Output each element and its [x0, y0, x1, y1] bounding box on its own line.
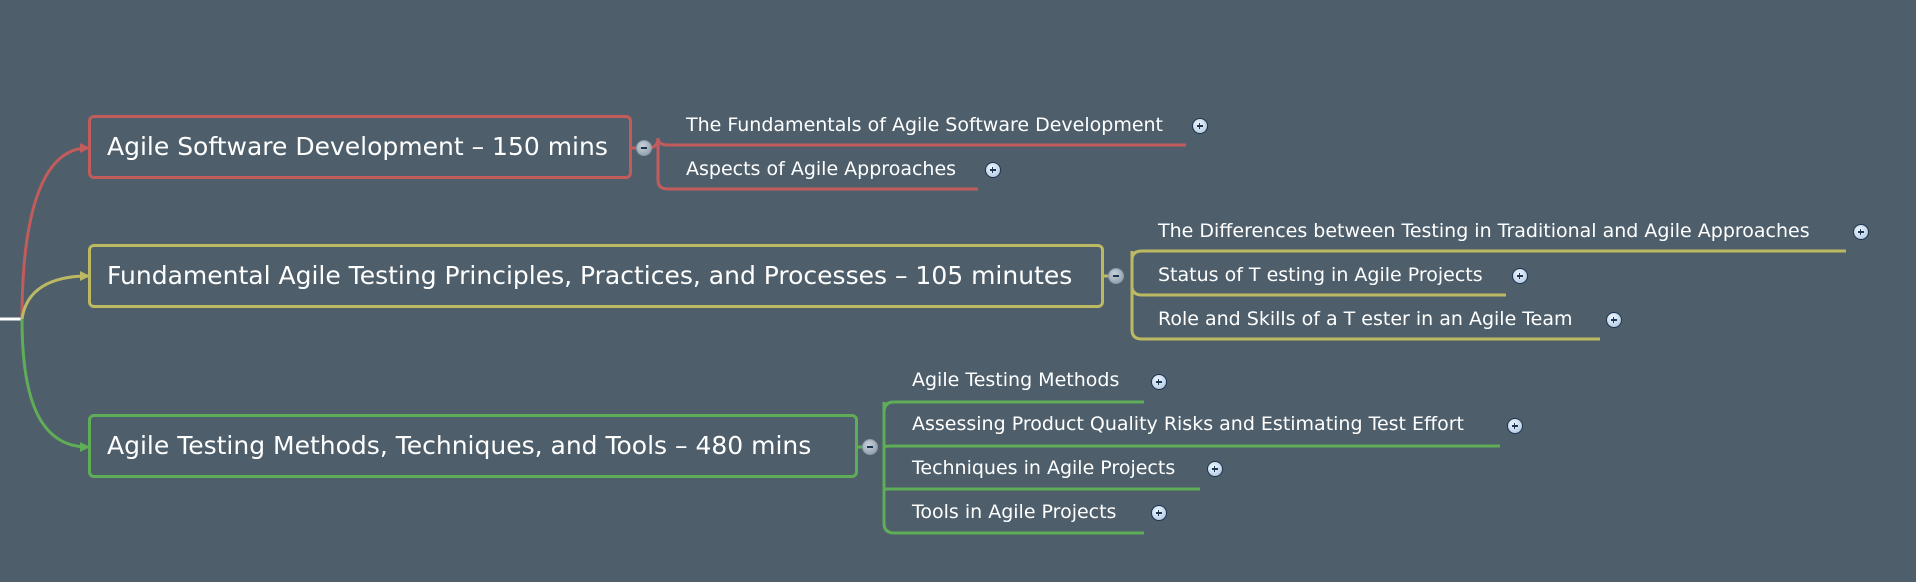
collapse-toggle-icon[interactable]: [1108, 268, 1124, 284]
expand-toggle-icon[interactable]: [1507, 418, 1523, 434]
expand-toggle-icon[interactable]: [985, 162, 1001, 178]
subtopic-2-2[interactable]: Status of T esting in Agile Projects: [1158, 264, 1483, 286]
subtopic-3-3[interactable]: Techniques in Agile Projects: [912, 457, 1175, 479]
branch-line-3: [20, 318, 90, 452]
subtopic-2-3[interactable]: Role and Skills of a T ester in an Agile…: [1158, 308, 1573, 330]
expand-toggle-icon[interactable]: [1606, 312, 1622, 328]
expand-toggle-icon[interactable]: [1512, 268, 1528, 284]
topic-node-1[interactable]: Agile Software Development – 150 mins: [88, 115, 632, 179]
subtopic-2-1[interactable]: The Differences between Testing in Tradi…: [1158, 220, 1810, 242]
subtopic-1-1[interactable]: The Fundamentals of Agile Software Devel…: [686, 114, 1163, 136]
subtopic-3-1[interactable]: Agile Testing Methods: [912, 369, 1119, 391]
subtopic-1-2[interactable]: Aspects of Agile Approaches: [686, 158, 956, 180]
expand-toggle-icon[interactable]: [1192, 118, 1208, 134]
collapse-toggle-icon[interactable]: [862, 439, 878, 455]
topic-node-2[interactable]: Fundamental Agile Testing Principles, Pr…: [88, 244, 1104, 308]
expand-toggle-icon[interactable]: [1151, 505, 1167, 521]
subtopic-3-2[interactable]: Assessing Product Quality Risks and Esti…: [912, 413, 1464, 435]
expand-toggle-icon[interactable]: [1853, 224, 1869, 240]
collapse-toggle-icon[interactable]: [636, 140, 652, 156]
subtopic-3-4[interactable]: Tools in Agile Projects: [912, 501, 1116, 523]
expand-toggle-icon[interactable]: [1207, 461, 1223, 477]
topic-node-3[interactable]: Agile Testing Methods, Techniques, and T…: [88, 414, 858, 478]
expand-toggle-icon[interactable]: [1151, 374, 1167, 390]
branch-line-2: [20, 271, 90, 320]
